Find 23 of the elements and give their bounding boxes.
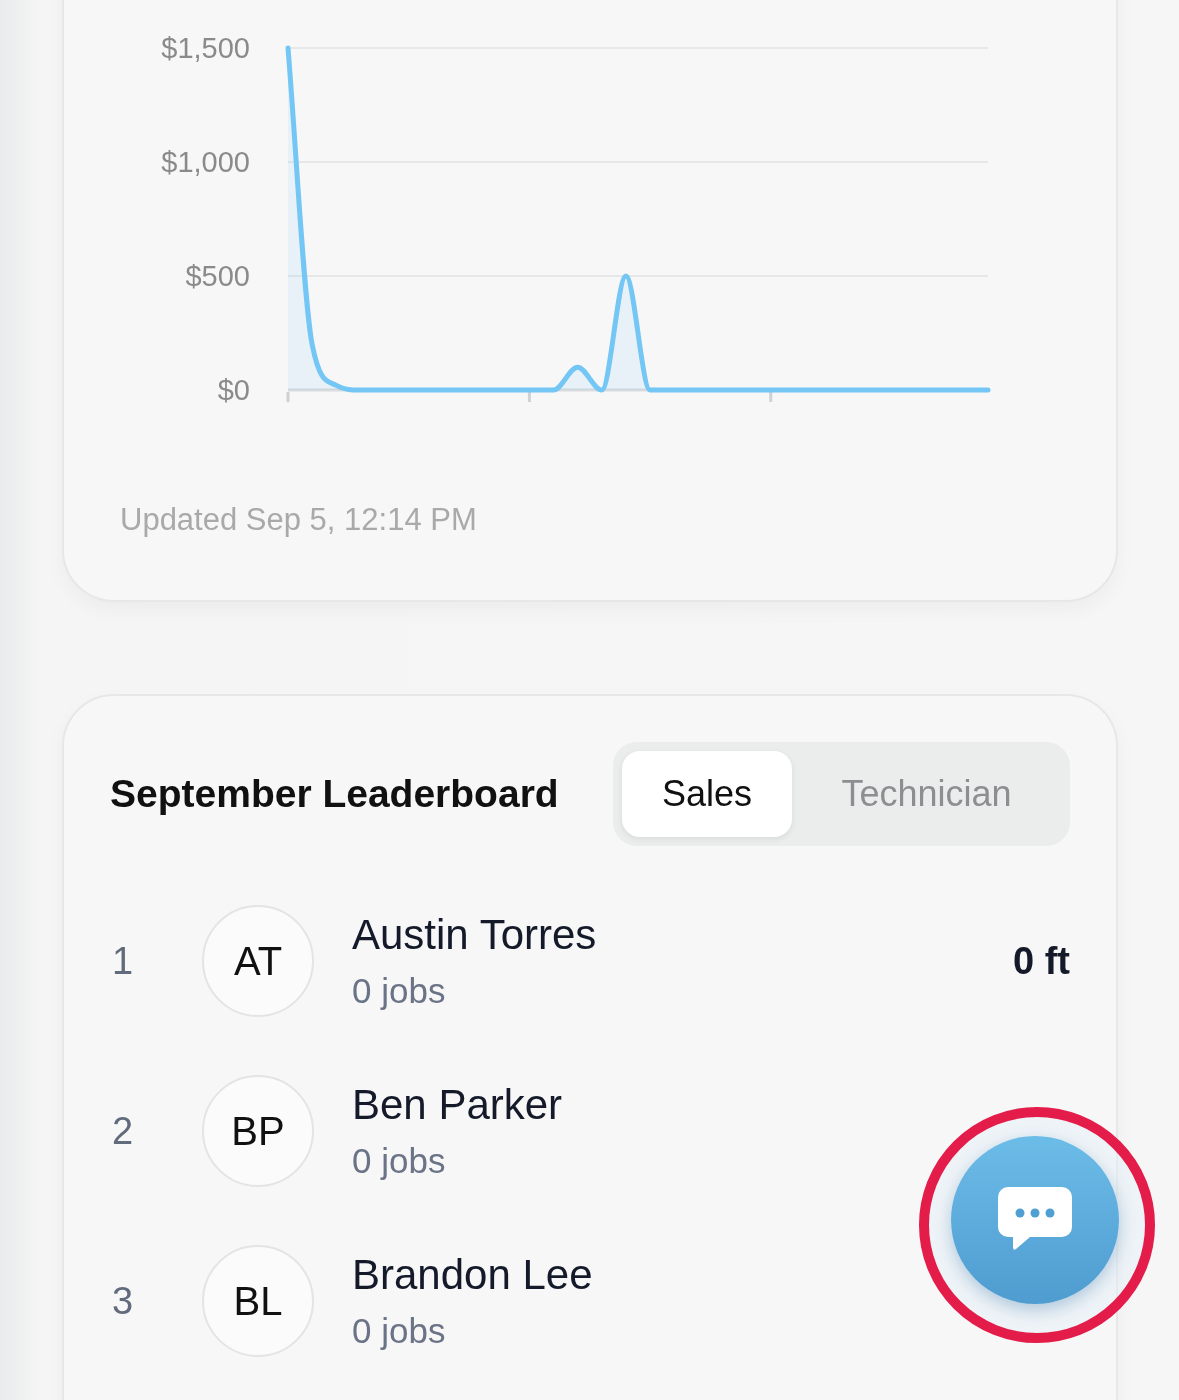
job-count: 0 jobs	[352, 971, 447, 1011]
job-count: 0 jobs	[352, 1311, 447, 1351]
job-count: 0 jobs	[352, 1141, 447, 1181]
x-axis-tick	[769, 392, 773, 402]
rank-number: 1	[111, 939, 135, 983]
avatar: AT	[202, 905, 314, 1017]
person-name: Austin Torres	[352, 911, 598, 959]
y-axis-label: $500	[185, 260, 250, 292]
avatar: BP	[202, 1075, 314, 1187]
x-axis-tick	[527, 392, 531, 402]
person-name: Brandon Lee	[352, 1251, 594, 1299]
avatar: BL	[202, 1245, 314, 1357]
y-axis-label: $1,000	[161, 146, 250, 178]
leaderboard-title: September Leaderboard	[110, 772, 559, 816]
footage-value: 0 ft	[1013, 939, 1070, 983]
chat-bubble-icon	[998, 1187, 1072, 1253]
y-axis-label: $1,500	[161, 32, 250, 64]
y-axis-label: $0	[217, 374, 250, 406]
rank-number: 3	[111, 1279, 135, 1323]
person-name: Ben Parker	[352, 1081, 564, 1129]
updated-timestamp: Updated Sep 5, 12:14 PM	[120, 502, 478, 538]
rank-number: 2	[111, 1109, 135, 1153]
tab[interactable]: Sales	[622, 751, 792, 837]
